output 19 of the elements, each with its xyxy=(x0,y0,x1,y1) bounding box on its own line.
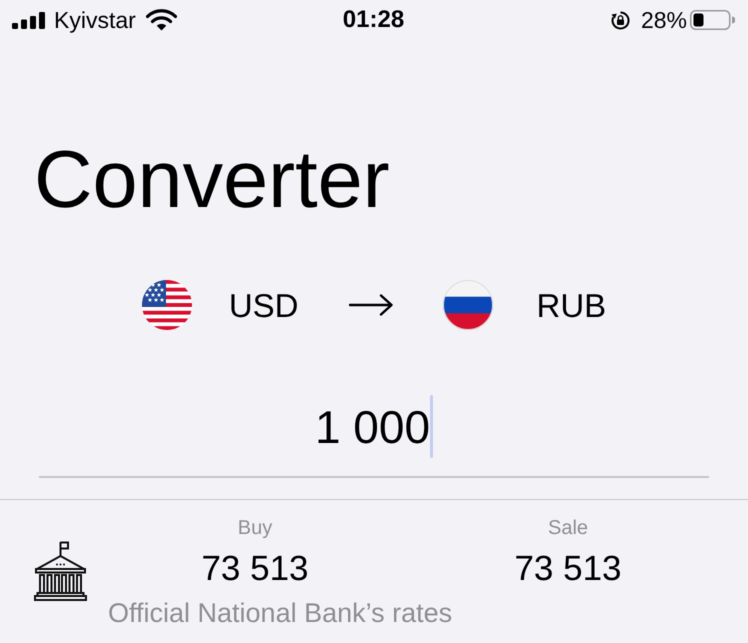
amount-field[interactable]: 1 000 xyxy=(39,390,709,478)
clock-time: 01:28 xyxy=(342,8,404,32)
battery-icon xyxy=(690,10,735,30)
rate-label: Sale xyxy=(548,518,588,538)
rate-value: 73 513 xyxy=(201,551,309,586)
wifi-icon xyxy=(146,9,177,31)
rates-source-note: Official National Bank’s rates xyxy=(108,600,452,627)
carrier-name: Kyivstar xyxy=(54,8,136,32)
source-currency-code[interactable]: USD xyxy=(228,288,298,322)
rotation-lock-icon xyxy=(610,10,630,30)
rate-label: Buy xyxy=(238,518,272,538)
battery-percentage: 28% xyxy=(640,8,687,32)
rate-value: 73 513 xyxy=(514,551,622,586)
arrow-icon xyxy=(348,294,392,316)
target-currency-code[interactable]: RUB xyxy=(536,288,606,322)
russia-flag-icon xyxy=(442,280,492,330)
signal-icon xyxy=(12,12,45,28)
page-title: Converter xyxy=(34,140,390,221)
bank-building-icon xyxy=(33,541,88,601)
